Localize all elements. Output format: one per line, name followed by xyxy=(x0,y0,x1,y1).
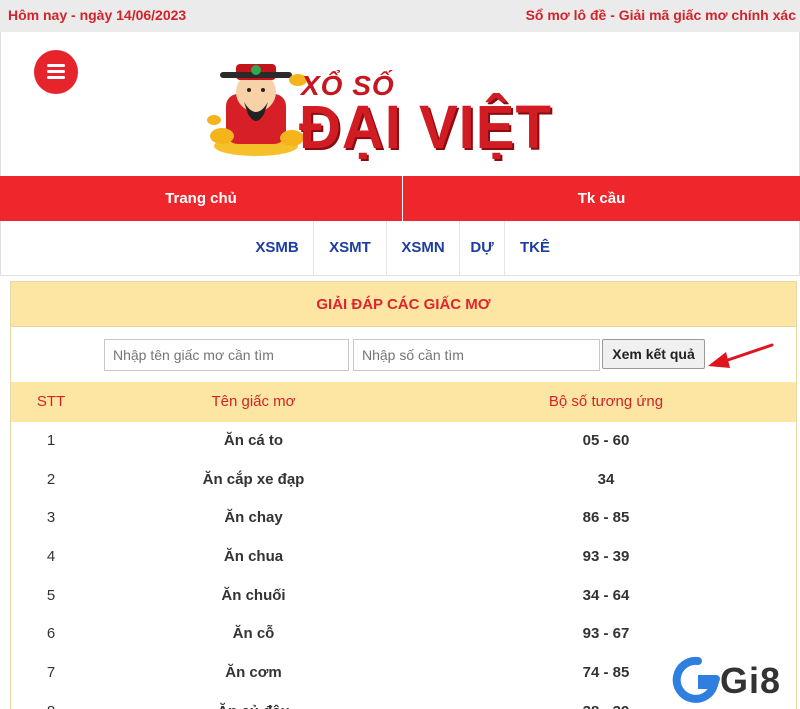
header-stt: STT xyxy=(36,393,66,410)
subnav-item-xsmt[interactable]: XSMT xyxy=(314,221,386,275)
mascot-icon xyxy=(207,64,307,156)
row-dream-name: Ăn cỗ xyxy=(232,625,275,643)
row-numbers: 05 - 60 xyxy=(582,432,630,449)
row-numbers: 86 - 85 xyxy=(582,509,630,527)
panel-title: GIẢI ĐÁP CÁC GIẤC MƠ xyxy=(11,282,796,327)
row-numbers: 34 - 64 xyxy=(582,586,630,604)
subnav-item-du[interactable]: DỰ xyxy=(460,221,504,275)
row-index: 7 xyxy=(46,664,56,682)
top-info-bar: Hôm nay - ngày 14/06/2023 Sổ mơ lô đề - … xyxy=(0,0,800,32)
header-numbers: Bộ số tương ứng xyxy=(548,393,664,410)
red-arrow-icon xyxy=(708,343,774,368)
row-index: 4 xyxy=(46,548,56,566)
view-result-button[interactable]: Xem kết quả xyxy=(602,339,705,369)
search-form: Xem kết quả xyxy=(11,328,796,382)
table-row: 5 Ăn chuối 34 - 64 xyxy=(11,577,796,616)
menu-line-icon xyxy=(47,64,65,67)
row-dream-name: Ăn chua xyxy=(223,548,284,566)
row-index: 2 xyxy=(46,470,56,488)
header-dream-name: Tên giấc mơ xyxy=(211,393,296,410)
watermark-text: Gi8 xyxy=(720,660,782,701)
row-index: 8 xyxy=(11,693,91,709)
row-numbers: 34 xyxy=(597,470,615,488)
row-dream-name: Ăn chuối xyxy=(221,586,286,604)
row-dream-name: Ăn cắp xe đạp xyxy=(202,470,305,488)
nav-item-home[interactable]: Trang chủ xyxy=(0,176,402,221)
row-index: 6 xyxy=(46,625,56,643)
table-row: 2 Ăn cắp xe đạp 34 xyxy=(11,461,796,500)
table-row: 3 Ăn chay 86 - 85 xyxy=(11,499,796,538)
row-numbers: 93 - 39 xyxy=(582,548,630,566)
table-header: STT Tên giấc mơ Bộ số tương ứng xyxy=(11,382,796,422)
row-numbers: 93 - 67 xyxy=(582,625,630,643)
row-index: 5 xyxy=(46,586,56,604)
main-nav: Trang chủ Tk cầu xyxy=(0,176,800,221)
dream-number-input[interactable] xyxy=(353,339,600,371)
hamburger-menu-button[interactable] xyxy=(34,50,78,94)
site-tagline: Sổ mơ lô đề - Giải mã giấc mơ chính xác xyxy=(525,7,796,23)
row-dream-name: Ăn cơm xyxy=(225,664,282,682)
nav-item-tk-cau[interactable]: Tk cầu xyxy=(402,176,800,221)
menu-line-icon xyxy=(47,70,65,73)
row-dream-name: Ăn cá to xyxy=(223,432,284,449)
logo-text-big: ĐẠI VIỆT xyxy=(299,93,552,162)
subnav-item-xsmn[interactable]: XSMN xyxy=(387,221,459,275)
row-index: 1 xyxy=(46,432,56,449)
dream-name-input[interactable] xyxy=(104,339,349,371)
row-dream-name: Ăn củ đậu xyxy=(91,693,416,709)
row-index: 3 xyxy=(46,509,56,527)
subnav-item-tke[interactable]: TKÊ xyxy=(505,221,565,275)
menu-line-icon xyxy=(47,76,65,79)
table-row: 6 Ăn cỗ 93 - 67 xyxy=(11,615,796,654)
table-row: 4 Ăn chua 93 - 39 xyxy=(11,538,796,577)
row-dream-name: Ăn chay xyxy=(224,509,283,527)
dream-panel: GIẢI ĐÁP CÁC GIẤC MƠ Xem kết quả STT Tên… xyxy=(10,281,797,709)
table-row: 1 Ăn cá to 05 - 60 xyxy=(11,422,796,461)
sub-nav: XSMB XSMT XSMN DỰ TKÊ xyxy=(0,221,800,276)
subnav-item-xsmb[interactable]: XSMB xyxy=(241,221,313,275)
current-date: Hôm nay - ngày 14/06/2023 xyxy=(8,7,187,23)
site-header: XỔ SỐ ĐẠI VIỆT xyxy=(0,32,800,176)
